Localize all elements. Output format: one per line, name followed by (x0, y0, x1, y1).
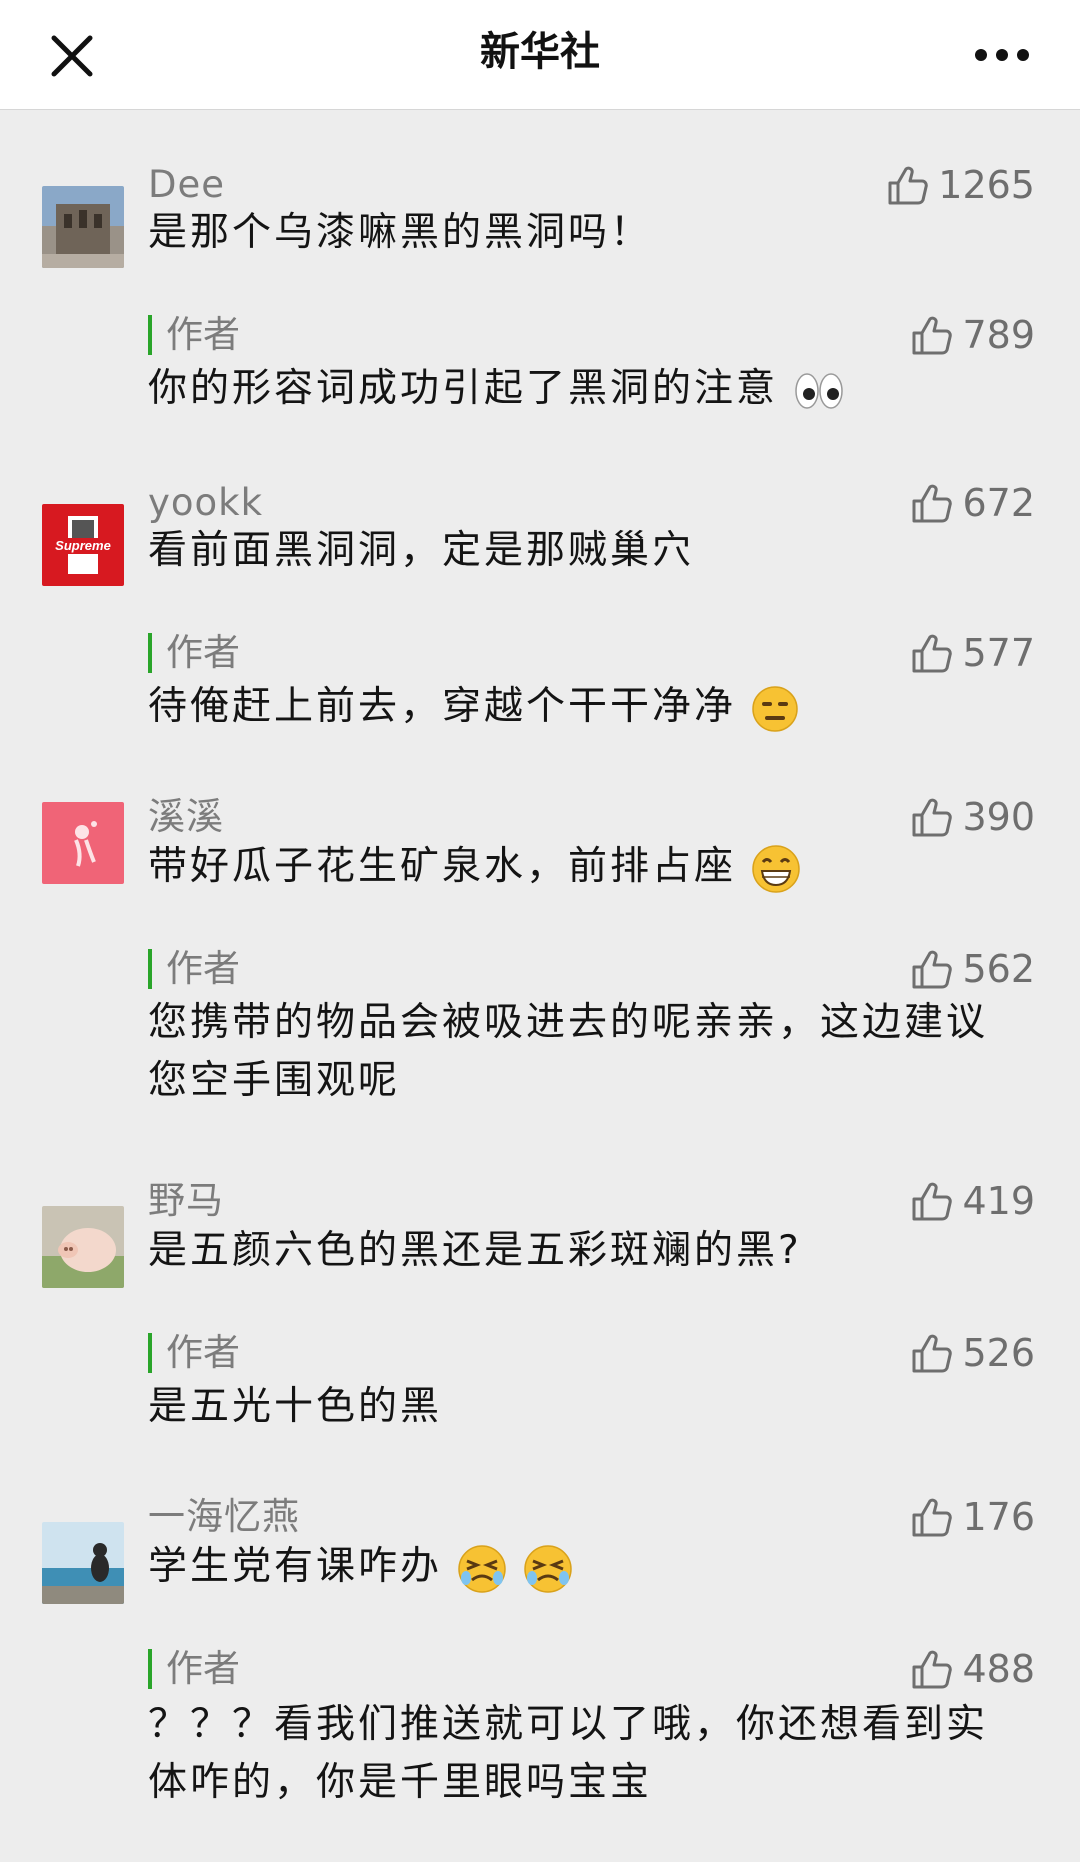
comment-text: 是那个乌漆嘛黑的黑洞吗！ (148, 210, 653, 255)
like-count: 562 (962, 947, 1035, 991)
comment-text: 带好瓜子花生矿泉水，前排占座 (148, 838, 1028, 896)
reply-text-line: 您携带的物品会被吸进去的呢亲亲，这边建议 (148, 1000, 989, 1045)
eyes-emoji (795, 372, 844, 409)
thumbs-up-icon (912, 1182, 953, 1221)
more-dots-icon (975, 49, 1029, 61)
comment-text: 看前面黑洞洞，定是那贼巢穴 (148, 528, 695, 573)
author-tag: 作者 (148, 633, 240, 673)
reply-text: ？？？看我们推送就可以了哦，你还想看到实 体咋的，你是千里眼吗宝宝 (148, 1696, 1028, 1812)
reply-like-button[interactable]: 789 (910, 310, 1035, 360)
author-tag: 作者 (148, 949, 240, 989)
reply-text-line: 您空手围观呢 (148, 1058, 401, 1103)
reply-text: 是五光十色的黑 (148, 1384, 443, 1429)
page-title: 新华社 (480, 29, 600, 75)
reply-text: 你的形容词成功引起了黑洞的注意 (148, 360, 1028, 418)
comment-nickname: 野马 (148, 1179, 224, 1222)
comment-nickname: 一海忆燕 (148, 1495, 300, 1538)
reply-like-button[interactable]: 526 (910, 1328, 1035, 1378)
thumbs-up-icon (912, 316, 953, 355)
reply-like-button[interactable]: 562 (910, 944, 1035, 994)
like-count: 176 (962, 1495, 1035, 1539)
avatar[interactable]: Supreme (42, 504, 124, 586)
reply-like-button[interactable]: 488 (910, 1644, 1035, 1694)
thumbs-up-icon (888, 166, 929, 205)
reply-text-content: 待俺赶上前去，穿越个干干净净 (148, 684, 737, 729)
avatar[interactable] (42, 186, 124, 268)
like-count: 488 (962, 1647, 1035, 1691)
expressionless-emoji (752, 685, 799, 732)
comment-nickname: 溪溪 (148, 795, 224, 838)
comment-text-content: 学生党有课咋办 (148, 1544, 443, 1589)
author-tag: 作者 (148, 1333, 240, 1373)
avatar[interactable] (42, 1522, 124, 1604)
thumbs-up-icon (912, 484, 953, 523)
like-button[interactable]: 390 (910, 792, 1035, 842)
like-button[interactable]: 419 (910, 1176, 1035, 1226)
comment-text: 是五颜六色的黑还是五彩斑斓的黑? (148, 1228, 802, 1273)
like-count: 1265 (938, 163, 1035, 207)
like-count: 526 (962, 1331, 1035, 1375)
like-button[interactable]: 1265 (886, 160, 1035, 210)
like-count: 577 (962, 631, 1035, 675)
reply-text-line: ？？？看我们推送就可以了哦，你还想看到实 (148, 1702, 989, 1747)
more-button[interactable] (962, 30, 1042, 80)
avatar[interactable] (42, 802, 124, 884)
comment-nickname: Dee (148, 163, 226, 206)
svg-text:Supreme: Supreme (55, 538, 111, 553)
like-button[interactable]: 176 (910, 1492, 1035, 1542)
like-count: 419 (962, 1179, 1035, 1223)
thumbs-up-icon (912, 798, 953, 837)
reply-text: 您携带的物品会被吸进去的呢亲亲，这边建议 您空手围观呢 (148, 994, 1028, 1110)
like-count: 789 (962, 313, 1035, 357)
thumbs-up-icon (912, 950, 953, 989)
grinning-emoji (752, 844, 801, 893)
crying-emoji (524, 1544, 572, 1593)
like-count: 672 (962, 481, 1035, 525)
thumbs-up-icon (912, 1498, 953, 1537)
thumbs-up-icon (912, 1650, 953, 1689)
reply-text-line: 体咋的，你是千里眼吗宝宝 (148, 1760, 653, 1805)
author-tag: 作者 (148, 1649, 240, 1689)
thumbs-up-icon (912, 1334, 953, 1373)
avatar[interactable] (42, 1206, 124, 1288)
comment-text: 学生党有课咋办 (148, 1538, 1028, 1596)
like-button[interactable]: 672 (910, 478, 1035, 528)
author-tag: 作者 (148, 315, 240, 355)
crying-emoji (458, 1544, 507, 1593)
thumbs-up-icon (912, 634, 953, 673)
top-bar: 新华社 (0, 0, 1080, 110)
reply-like-button[interactable]: 577 (910, 628, 1035, 678)
reply-text: 待俺赶上前去，穿越个干干净净 (148, 678, 1028, 736)
comment-text-content: 带好瓜子花生矿泉水，前排占座 (148, 844, 737, 889)
comment-nickname: yookk (148, 481, 264, 524)
like-count: 390 (962, 795, 1035, 839)
reply-text-content: 你的形容词成功引起了黑洞的注意 (148, 366, 779, 411)
